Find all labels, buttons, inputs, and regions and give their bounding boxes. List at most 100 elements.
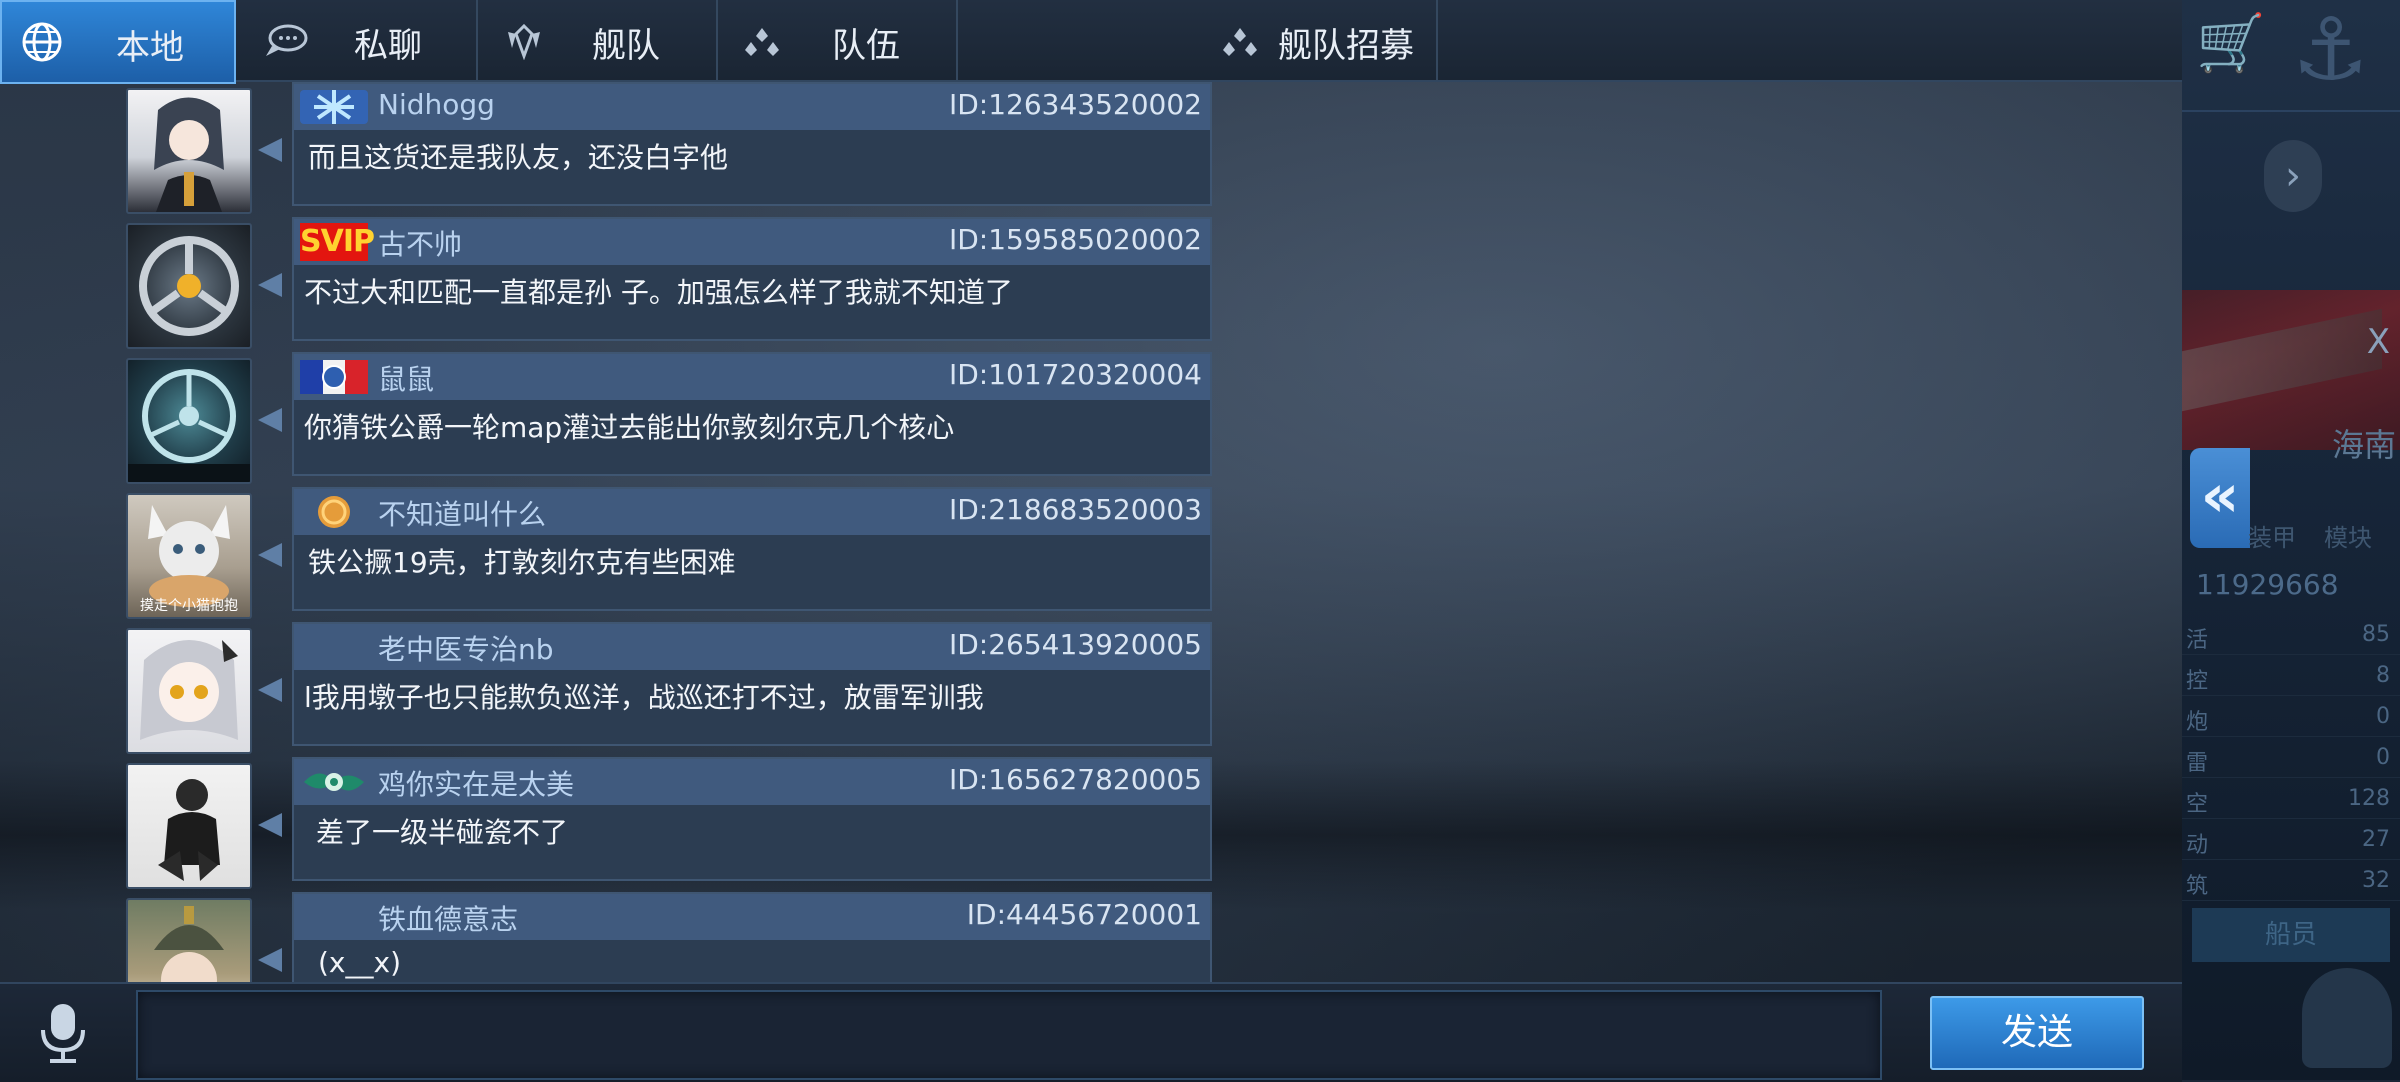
chat-message: Nidhogg ID:126343520002 而且这货还是我队友，还没白字他	[0, 80, 1220, 215]
next-arrow-icon[interactable]: ›	[2264, 140, 2322, 212]
sender-id: ID:165627820005	[948, 763, 1202, 796]
avatar[interactable]	[126, 898, 252, 982]
stat-row: 动 27	[2182, 819, 2400, 860]
side-game-panel: 🛒 ⚓ › X 海南 « 装甲 模块 11929668 活 85 控8 炮0 雷0 …	[2182, 0, 2400, 1080]
chat-message: 摸走个小猫抱抱 不知道叫什么 ID:218683520003 铁公撅19壳，打敦…	[0, 485, 1220, 620]
side-small-tabs: 装甲 模块	[2248, 518, 2400, 553]
avatar[interactable]	[126, 223, 252, 349]
message-bubble: 铁血德意志 ID:44456720001 (x__x)	[292, 892, 1212, 982]
bubble-pointer	[258, 813, 282, 837]
stat-key: 炮	[2186, 710, 2209, 735]
message-header: SVIP 古不帅 ID:159585020002	[294, 219, 1210, 265]
sender-name[interactable]: 老中医专治nb	[378, 628, 554, 668]
sender-name[interactable]: 古不帅	[378, 223, 462, 263]
side-stats-list: 活 85 控8 炮0 雷0 空 128 动 27 筑 32	[2182, 614, 2400, 901]
chat-bubble-icon	[266, 24, 308, 56]
message-text: 而且这货还是我队友，还没白字他	[308, 141, 729, 174]
stat-key: 空	[2186, 792, 2209, 817]
stat-value: 0	[2376, 704, 2390, 729]
message-bubble: SVIP 古不帅 ID:159585020002 不过大和匹配一直都是孙 子。加…	[292, 217, 1212, 341]
stat-value: 27	[2362, 827, 2390, 852]
tricolor-flag-badge-icon	[300, 360, 368, 394]
bubble-pointer	[258, 543, 282, 567]
bubble-pointer	[258, 273, 282, 297]
chat-message: 鸡你实在是太美 ID:165627820005 差了一级半碰瓷不了	[0, 755, 1220, 890]
bubble-pointer	[258, 678, 282, 702]
chat-message-input[interactable]	[136, 990, 1882, 1080]
sender-name[interactable]: 鼠鼠	[378, 358, 434, 398]
message-header: 不知道叫什么 ID:218683520003	[294, 489, 1210, 535]
captain-avatar[interactable]	[2302, 968, 2392, 1068]
avatar[interactable]	[126, 358, 252, 484]
stat-value: 128	[2348, 786, 2390, 811]
message-header: 鼠鼠 ID:101720320004	[294, 354, 1210, 400]
collapse-chat-button[interactable]: «	[2190, 448, 2250, 548]
chat-message-list[interactable]: Nidhogg ID:126343520002 而且这货还是我队友，还没白字他 …	[0, 80, 2182, 982]
message-text: 不过大和匹配一直都是孙 子。加强怎么样了我就不知道了	[304, 276, 1013, 309]
tab-label: 舰队招募	[1278, 26, 1414, 66]
close-icon[interactable]: X	[2367, 322, 2390, 362]
anchor-icon[interactable]: ⚓	[2292, 0, 2369, 100]
tab-fleet[interactable]: 舰队	[478, 0, 718, 80]
side-score-value: 11929668	[2196, 568, 2339, 601]
chat-message: SVIP 古不帅 ID:159585020002 不过大和匹配一直都是孙 子。加…	[0, 215, 1220, 350]
avatar[interactable]	[126, 628, 252, 754]
avatar[interactable]	[126, 763, 252, 889]
chat-message: 鼠鼠 ID:101720320004 你猜铁公爵一轮map灌过去能出你敦刻尔克几…	[0, 350, 1220, 485]
chat-channel-tabs: 本地 私聊 舰队 队伍 舰队招募	[0, 0, 2182, 84]
tab-team[interactable]: 队伍	[718, 0, 958, 80]
stat-key: 雷	[2186, 751, 2209, 776]
sender-id: ID:126343520002	[948, 88, 1202, 121]
sender-name[interactable]: Nidhogg	[378, 88, 495, 121]
message-bubble: 不知道叫什么 ID:218683520003 铁公撅19壳，打敦刻尔克有些困难	[292, 487, 1212, 611]
team-icon	[745, 28, 779, 56]
sender-id: ID:44456720001	[966, 898, 1202, 931]
avatar[interactable]: 摸走个小猫抱抱	[126, 493, 252, 619]
stat-key: 控	[2186, 669, 2209, 694]
chat-input-bar: 发送	[0, 982, 2182, 1082]
side-divider	[2182, 110, 2400, 112]
svip-badge: SVIP	[300, 223, 375, 261]
send-button[interactable]: 发送	[1930, 996, 2144, 1070]
microphone-icon[interactable]	[36, 1002, 90, 1064]
tab-label: 队伍	[832, 26, 900, 66]
side-tab-module[interactable]: 模块	[2324, 524, 2372, 552]
tab-label: 舰队	[592, 26, 660, 66]
tab-local[interactable]: 本地	[0, 0, 236, 84]
bubble-pointer	[258, 138, 282, 162]
bubble-pointer	[258, 948, 282, 972]
stat-row: 空 128	[2182, 778, 2400, 819]
shopping-cart-icon[interactable]: 🛒	[2196, 10, 2266, 76]
tab-fleet-recruit[interactable]: 舰队招募	[958, 0, 1438, 80]
sender-id: ID:159585020002	[948, 223, 1202, 256]
stat-row: 筑 32	[2182, 860, 2400, 901]
sender-name[interactable]: 不知道叫什么	[378, 493, 546, 533]
stat-row: 活 85	[2182, 614, 2400, 655]
stat-value: 32	[2362, 868, 2390, 893]
stat-row: 炮0	[2182, 696, 2400, 737]
side-tab-armor[interactable]: 装甲	[2248, 524, 2296, 552]
message-bubble: 老中医专治nb ID:265413920005 l我用墩子也只能欺负巡洋，战巡还…	[292, 622, 1212, 746]
message-text: 你猜铁公爵一轮map灌过去能出你敦刻尔克几个核心	[304, 411, 955, 444]
crew-button[interactable]: 船员	[2192, 908, 2390, 962]
avatar[interactable]	[126, 88, 252, 214]
globe-icon	[22, 22, 62, 62]
message-text: 铁公撅19壳，打敦刻尔克有些困难	[308, 546, 736, 579]
sender-name[interactable]: 铁血德意志	[378, 898, 518, 938]
message-header: 鸡你实在是太美 ID:165627820005	[294, 759, 1210, 805]
sender-name[interactable]: 鸡你实在是太美	[378, 763, 574, 803]
message-header: Nidhogg ID:126343520002	[294, 84, 1210, 130]
message-header: 老中医专治nb ID:265413920005	[294, 624, 1210, 670]
tab-private-chat[interactable]: 私聊	[234, 0, 478, 80]
message-text: (x__x)	[318, 946, 401, 979]
sender-id: ID:265413920005	[948, 628, 1202, 661]
avatar-caption: 摸走个小猫抱抱	[140, 598, 238, 614]
message-text: l我用墩子也只能欺负巡洋，战巡还打不过，放雷军训我	[304, 681, 984, 714]
stat-value: 0	[2376, 745, 2390, 770]
sender-id: ID:101720320004	[948, 358, 1202, 391]
stat-value: 8	[2376, 663, 2390, 688]
green-emblem-badge-icon	[304, 773, 364, 791]
ship-location-label: 海南	[2331, 426, 2396, 464]
snowflake-badge-icon	[300, 90, 368, 124]
message-bubble: 鸡你实在是太美 ID:165627820005 差了一级半碰瓷不了	[292, 757, 1212, 881]
